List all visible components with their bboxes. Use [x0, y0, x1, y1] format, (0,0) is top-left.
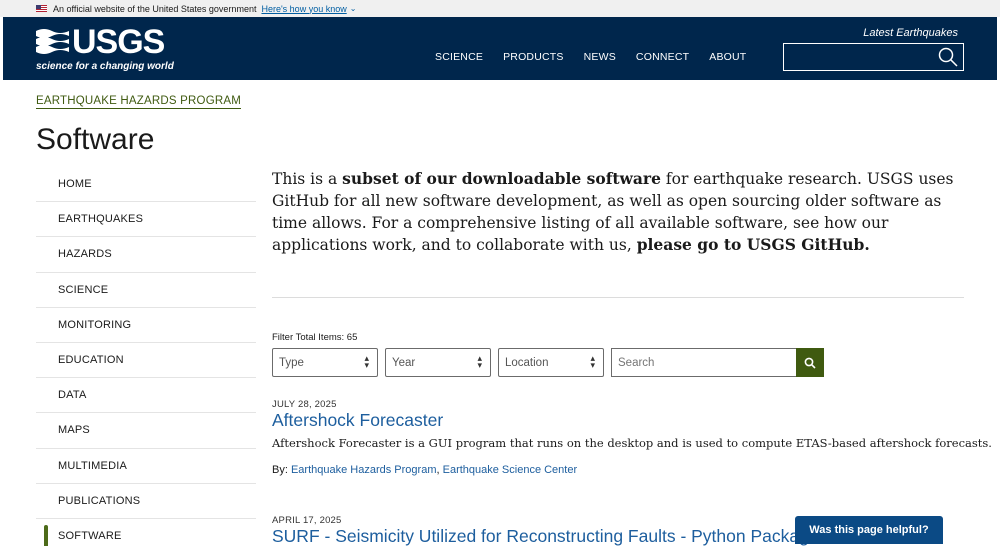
latest-earthquakes-link[interactable]: Latest Earthquakes [863, 27, 958, 39]
sidebar-item-earthquakes[interactable]: EARTHQUAKES [36, 202, 256, 238]
select-arrows-icon: ▴ ▾ [477, 353, 482, 370]
search-input[interactable] [611, 348, 797, 377]
intro-bold-1: subset of our downloadable software [342, 169, 661, 188]
location-select[interactable]: Location ▴ ▾ [498, 348, 604, 377]
search-icon[interactable] [938, 47, 958, 67]
year-select[interactable]: Year ▴ ▾ [385, 348, 491, 377]
sidebar-item-education[interactable]: EDUCATION [36, 343, 256, 379]
page-title: Software [36, 123, 155, 156]
search-button[interactable] [796, 348, 824, 377]
usgs-github-link[interactable]: please go to USGS GitHub. [637, 235, 870, 254]
nav-about[interactable]: ABOUT [709, 51, 746, 63]
type-select[interactable]: Type ▴ ▾ [272, 348, 378, 377]
sidebar-item-home[interactable]: HOME [36, 167, 256, 203]
type-select-value: Type [279, 356, 304, 369]
location-select-value: Location [505, 356, 549, 369]
by-label: By: [272, 464, 288, 476]
sidebar-item-maps[interactable]: MAPS [36, 413, 256, 449]
usgs-wave-icon [36, 29, 69, 54]
divider [272, 297, 964, 298]
site-header: USGS science for a changing world SCIENC… [3, 17, 997, 80]
select-arrows-icon: ▴ ▾ [364, 353, 369, 370]
item-date: APRIL 17, 2025 [272, 515, 342, 526]
item-title-link[interactable]: SURF - Seismicity Utilized for Reconstru… [272, 526, 819, 546]
heres-how-you-know-link[interactable]: Here's how you know [261, 4, 346, 14]
nav-connect[interactable]: CONNECT [636, 51, 689, 63]
nav-news[interactable]: NEWS [584, 51, 616, 63]
sidebar-nav: HOME EARTHQUAKES HAZARDS SCIENCE MONITOR… [36, 167, 256, 546]
breadcrumb[interactable]: EARTHQUAKE HAZARDS PROGRAM [36, 95, 241, 109]
select-arrows-icon: ▴ ▾ [590, 353, 595, 370]
sidebar-item-software[interactable]: SOFTWARE [36, 519, 256, 546]
item-title-link[interactable]: Aftershock Forecaster [272, 410, 443, 431]
sidebar-item-multimedia[interactable]: MULTIMEDIA [36, 449, 256, 484]
gov-banner: An official website of the United States… [0, 0, 1000, 17]
item-description: Aftershock Forecaster is a GUI program t… [272, 436, 992, 450]
search-icon [804, 357, 816, 369]
item-authors: By: Earthquake Hazards Program, Earthqua… [272, 464, 578, 476]
sidebar-item-hazards[interactable]: HAZARDS [36, 237, 256, 273]
sidebar-item-publications[interactable]: PUBLICATIONS [36, 484, 256, 519]
header-search-input[interactable] [783, 43, 964, 71]
sidebar-item-monitoring[interactable]: MONITORING [36, 308, 256, 343]
logo-text: USGS [72, 23, 165, 61]
us-flag-icon [36, 5, 47, 12]
logo-tagline: science for a changing world [36, 61, 174, 72]
sidebar-item-data[interactable]: DATA [36, 378, 256, 414]
main-nav: SCIENCE PRODUCTS NEWS CONNECT ABOUT [435, 51, 766, 63]
sidebar-item-science[interactable]: SCIENCE [36, 273, 256, 308]
chevron-down-icon[interactable]: ⌄ [350, 4, 357, 13]
author-link-earthquake-science-center[interactable]: Earthquake Science Center [443, 464, 578, 476]
item-date: JULY 28, 2025 [272, 399, 337, 410]
was-this-page-helpful-button[interactable]: Was this page helpful? [795, 516, 943, 544]
intro-text-1: This is a [272, 170, 343, 188]
nav-products[interactable]: PRODUCTS [503, 51, 564, 63]
nav-science[interactable]: SCIENCE [435, 51, 483, 63]
usgs-logo[interactable]: USGS science for a changing world [36, 23, 176, 73]
gov-banner-text: An official website of the United States… [53, 3, 257, 14]
author-link-earthquake-hazards-program[interactable]: Earthquake Hazards Program [291, 464, 437, 476]
filter-total-items: Filter Total Items: 65 [272, 332, 358, 343]
year-select-value: Year [392, 356, 416, 369]
intro-paragraph: This is a subset of our downloadable sof… [272, 168, 972, 256]
